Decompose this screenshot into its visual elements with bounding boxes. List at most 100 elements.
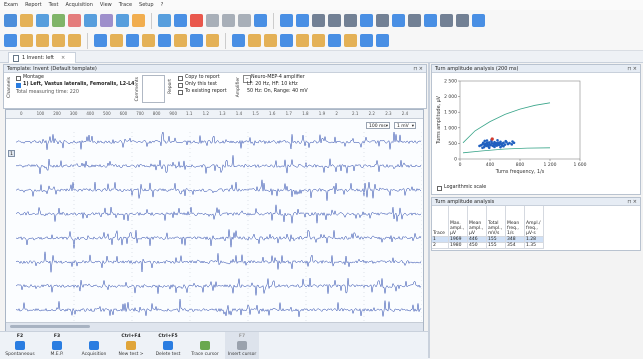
scrollbar-thumb[interactable] xyxy=(10,325,90,328)
toolbar-button-icon[interactable] xyxy=(94,34,107,47)
toolbar-button-icon[interactable] xyxy=(376,14,389,27)
toolbar-button-icon[interactable] xyxy=(344,34,357,47)
column-header[interactable]: Total ampl., mV/s xyxy=(486,206,506,237)
copy-to-report-checkbox[interactable] xyxy=(178,76,183,81)
y-tick-label: 0 xyxy=(454,157,457,163)
toolbar-button-icon[interactable] xyxy=(312,34,325,47)
toolbar-button-icon[interactable] xyxy=(408,14,421,27)
column-header[interactable]: Trace xyxy=(432,206,449,237)
montage-checkbox[interactable] xyxy=(16,76,21,81)
log-scale-checkbox[interactable] xyxy=(437,186,442,191)
toolbar-button-icon[interactable] xyxy=(280,34,293,47)
toolbar-button-icon[interactable] xyxy=(328,14,341,27)
toolbar-button-icon[interactable] xyxy=(68,14,81,27)
toolbar-button-icon[interactable] xyxy=(84,14,97,27)
toolbar-button-icon[interactable] xyxy=(116,14,129,27)
toolbar-button-icon[interactable] xyxy=(174,14,187,27)
column-header[interactable]: Max. ampl., μV xyxy=(448,206,468,237)
toolbar-button-icon[interactable] xyxy=(52,14,65,27)
toolbar-button-icon[interactable] xyxy=(248,34,261,47)
toolbar-button-icon[interactable] xyxy=(296,14,309,27)
toolbar-button-icon[interactable] xyxy=(312,14,325,27)
function-key-button[interactable]: F7 Insert cursor xyxy=(225,332,259,359)
document-tab[interactable]: 1 Invent: left × xyxy=(8,52,77,63)
close-icon[interactable]: × xyxy=(61,55,65,61)
menu-item[interactable]: ? xyxy=(161,2,164,8)
toolbar-button-icon[interactable] xyxy=(376,34,389,47)
sensitivity-select[interactable]: 1 mV ▾ xyxy=(394,122,416,129)
toolbar-button-icon[interactable] xyxy=(232,34,245,47)
menu-item[interactable]: Trace xyxy=(119,2,132,8)
menu-item[interactable]: Report xyxy=(25,2,42,8)
toolbar-button-icon[interactable] xyxy=(100,14,113,27)
toolbar-button-icon[interactable] xyxy=(238,14,251,27)
function-key-button[interactable]: F2 Spontaneous xyxy=(3,332,37,359)
menu-item[interactable]: View xyxy=(100,2,112,8)
toolbar-button-icon[interactable] xyxy=(158,34,171,47)
template-panel: Template: Invent (Default template) ⊓ × … xyxy=(3,64,427,109)
pin-icon[interactable]: ⊓ × xyxy=(627,66,637,72)
toolbar-button-icon[interactable] xyxy=(4,14,17,27)
toolbar-button-icon[interactable] xyxy=(190,34,203,47)
column-header[interactable]: Mean freq., 1/s xyxy=(505,206,525,237)
toolbar-button-icon[interactable] xyxy=(392,14,405,27)
menu-item[interactable]: Exam xyxy=(4,2,18,8)
ruler-tick-label: 1.3 xyxy=(219,111,226,116)
toolbar-button-icon[interactable] xyxy=(52,34,65,47)
toolbar-button-icon[interactable] xyxy=(36,34,49,47)
data-point xyxy=(502,144,505,148)
sweep-select[interactable]: 100 ms ▾ xyxy=(366,122,390,129)
toolbar-button-icon[interactable] xyxy=(158,14,171,27)
function-key-button[interactable]: Ctrl+F5 Delete test xyxy=(151,332,185,359)
toolbar-button-icon[interactable] xyxy=(132,14,145,27)
table-row[interactable]: 2 1980 450 155 354 1.35 xyxy=(432,242,544,249)
toolbar-button-icon[interactable] xyxy=(472,14,485,27)
toolbar-button-icon[interactable] xyxy=(440,14,453,27)
toolbar-button-icon[interactable] xyxy=(280,14,293,27)
toolbar-button-icon[interactable] xyxy=(264,34,277,47)
toolbar-button-icon[interactable] xyxy=(254,14,267,27)
toolbar-button-icon[interactable] xyxy=(126,34,139,47)
toolbar-button-icon[interactable] xyxy=(424,14,437,27)
toolbar-button-icon[interactable] xyxy=(190,14,203,27)
function-key-button[interactable]: Acquisition xyxy=(77,332,111,359)
function-key-button[interactable]: Ctrl+F4 New test > xyxy=(114,332,148,359)
toolbar-button-icon[interactable] xyxy=(206,34,219,47)
toolbar-button-icon[interactable] xyxy=(174,34,187,47)
menu-item[interactable]: Setup xyxy=(139,2,154,8)
column-header[interactable]: Ampl./ freq., μV·s xyxy=(524,206,544,237)
horizontal-scrollbar[interactable] xyxy=(6,322,423,331)
toolbar-button-icon[interactable] xyxy=(328,34,341,47)
function-key-button[interactable]: Trace cursor xyxy=(188,332,222,359)
toolbar-button-icon[interactable] xyxy=(456,14,469,27)
toolbar-button-icon[interactable] xyxy=(360,34,373,47)
toolbar-button-icon[interactable] xyxy=(206,14,219,27)
emg-trace-line xyxy=(16,277,422,296)
results-table: Trace Max. ampl., μV Mean ampl., μV Total a… xyxy=(432,206,544,249)
waveform-panel[interactable]: 0 100 200 300 400 500 600 700 800 900 1.1 1.2 1.3 1.4… xyxy=(5,109,424,331)
comments-box[interactable] xyxy=(142,75,165,103)
only-this-test-checkbox[interactable] xyxy=(178,83,183,88)
toolbar-button-icon[interactable] xyxy=(296,34,309,47)
trace-number[interactable]: 1 xyxy=(8,150,15,157)
toolbar-button-icon[interactable] xyxy=(20,34,33,47)
function-key-label: Spontaneous xyxy=(5,352,35,357)
pin-icon[interactable]: ⊓ × xyxy=(413,66,423,72)
toolbar-button-icon[interactable] xyxy=(360,14,373,27)
splitter[interactable] xyxy=(428,62,430,358)
toolbar-button-icon[interactable] xyxy=(344,14,357,27)
column-header[interactable]: Mean ampl., μV xyxy=(467,206,487,237)
function-key-button[interactable]: F3 M.E.P. xyxy=(40,332,74,359)
toolbar-button-icon[interactable] xyxy=(110,34,123,47)
toolbar-button-icon[interactable] xyxy=(36,14,49,27)
to-existing-report-checkbox[interactable] xyxy=(178,90,183,95)
channel-checkbox[interactable] xyxy=(16,83,21,88)
toolbar-button-icon[interactable] xyxy=(222,14,235,27)
menu-item[interactable]: Test xyxy=(49,2,59,8)
pin-icon[interactable]: ⊓ × xyxy=(627,199,637,205)
toolbar-button-icon[interactable] xyxy=(4,34,17,47)
toolbar-button-icon[interactable] xyxy=(20,14,33,27)
toolbar-button-icon[interactable] xyxy=(142,34,155,47)
menu-item[interactable]: Acquisition xyxy=(66,2,93,8)
toolbar-button-icon[interactable] xyxy=(68,34,81,47)
